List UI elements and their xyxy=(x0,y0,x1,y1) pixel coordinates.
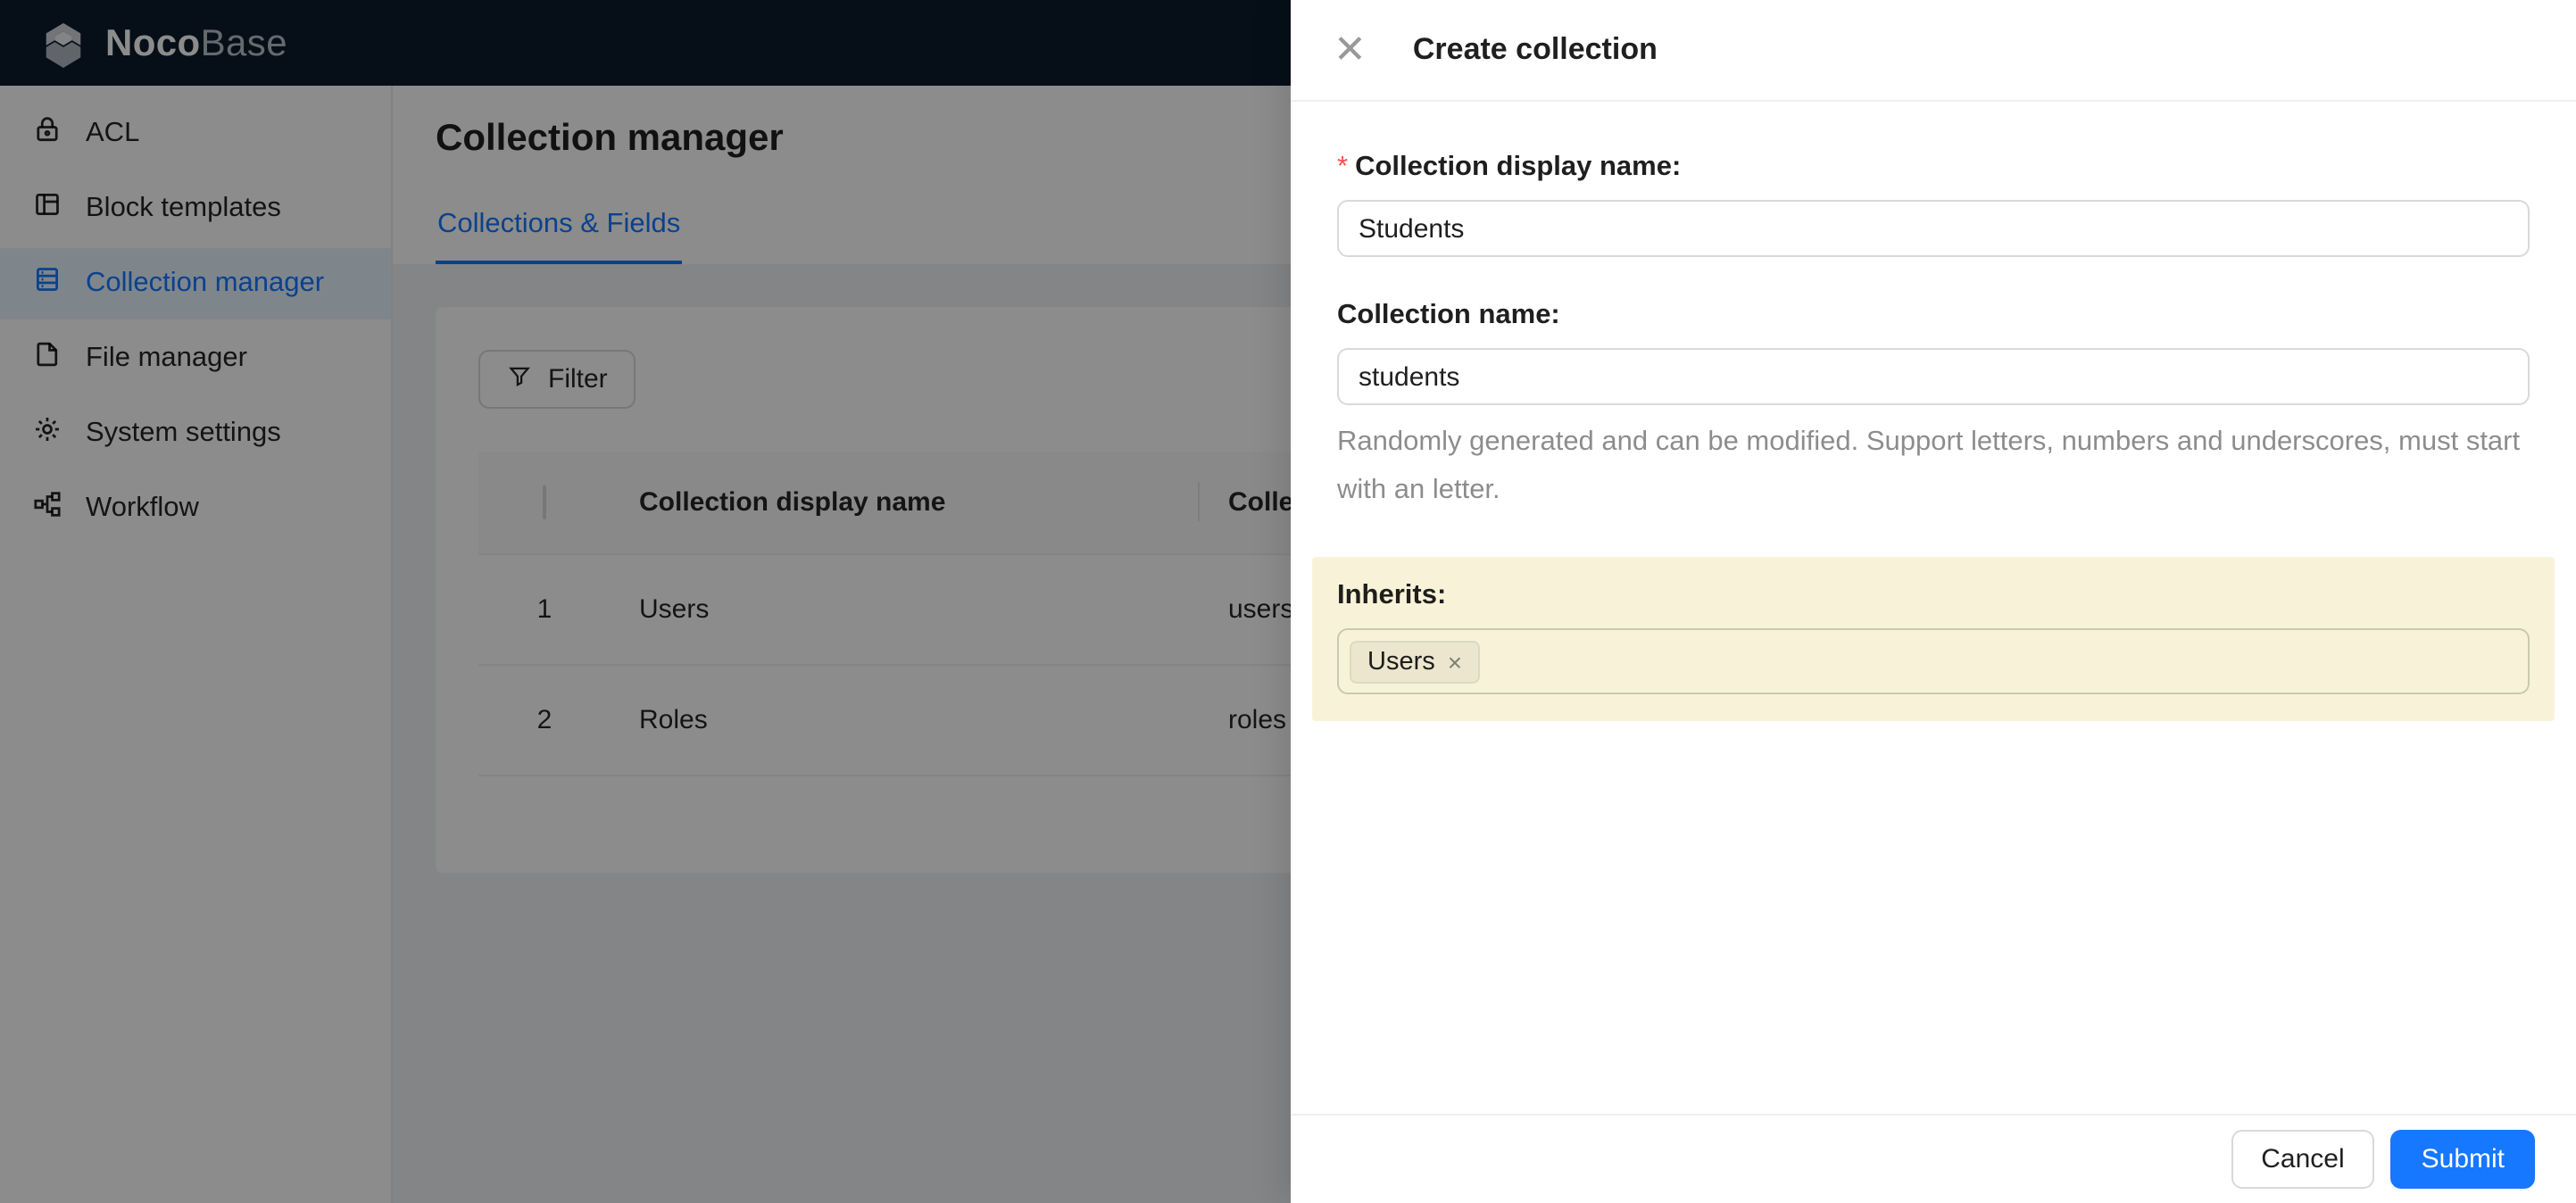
submit-button[interactable]: Submit xyxy=(2390,1130,2535,1189)
form-item-name: Collection name: Randomly generated and … xyxy=(1337,300,2530,514)
drawer-header: ✕ Create collection xyxy=(1291,0,2576,102)
form-item-display-name: * Collection display name: xyxy=(1337,152,2530,257)
drawer-title: Create collection xyxy=(1412,32,1658,66)
field-label-text: Collection name: xyxy=(1337,300,1560,330)
field-label: * Collection display name: xyxy=(1337,152,2530,184)
drawer-footer: Cancel Submit xyxy=(1291,1114,2576,1203)
selected-tag-users: Users × xyxy=(1350,640,1481,683)
collection-display-name-input[interactable] xyxy=(1337,200,2530,257)
tag-label: Users xyxy=(1367,647,1435,676)
inherits-highlight-block: Inherits: Users × xyxy=(1312,557,2555,721)
field-label-text: Inherits: xyxy=(1337,580,1447,610)
field-label: Inherits: xyxy=(1337,580,2530,612)
inherits-select[interactable]: Users × xyxy=(1337,628,2530,694)
field-help-text: Randomly generated and can be modified. … xyxy=(1337,427,2521,505)
create-collection-drawer: ✕ Create collection * Collection display … xyxy=(1291,0,2576,1203)
cancel-button[interactable]: Cancel xyxy=(2231,1130,2375,1189)
tag-close-icon[interactable]: × xyxy=(1448,649,1462,674)
required-asterisk: * xyxy=(1337,152,1349,182)
collection-name-input[interactable] xyxy=(1337,348,2530,405)
close-icon[interactable]: ✕ xyxy=(1334,29,1367,70)
drawer-body: *Collection display name: Collection nam… xyxy=(1291,102,2576,1114)
field-label: Collection name: xyxy=(1337,300,2530,332)
app-window: NocoBase ACL Block templates Collection … xyxy=(0,0,2576,1203)
field-label-text: Collection display name: xyxy=(1355,152,1682,182)
